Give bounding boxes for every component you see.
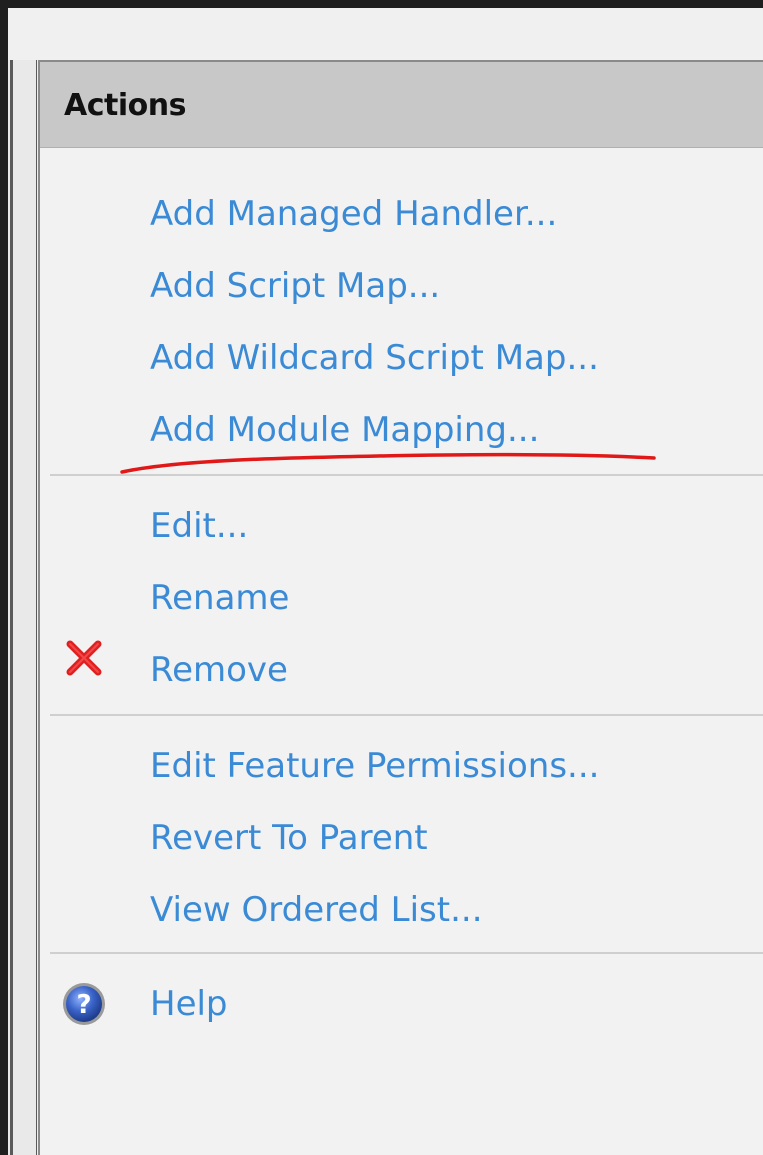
add-script-map-link[interactable]: Add Script Map... [150, 258, 440, 314]
separator [50, 714, 763, 716]
actions-panel: Actions Add Managed Handler... Add Scrip… [38, 60, 763, 1155]
add-managed-handler-link[interactable]: Add Managed Handler... [150, 186, 557, 242]
edit-feature-permissions-link[interactable]: Edit Feature Permissions... [150, 738, 599, 794]
x-icon [66, 640, 102, 676]
revert-to-parent-link[interactable]: Revert To Parent [150, 810, 428, 866]
edit-link[interactable]: Edit... [150, 498, 248, 554]
separator [50, 474, 763, 476]
actions-panel-title: Actions [64, 88, 186, 123]
help-icon: ? [63, 983, 105, 1025]
separator [50, 952, 763, 954]
left-pane-border [10, 60, 13, 1155]
rename-link[interactable]: Rename [150, 570, 289, 626]
iis-manager-window: Actions Add Managed Handler... Add Scrip… [8, 8, 763, 1155]
add-wildcard-script-map-link[interactable]: Add Wildcard Script Map... [150, 330, 599, 386]
remove-link[interactable]: Remove [150, 642, 288, 698]
actions-panel-header: Actions [40, 62, 763, 148]
window-top-strip [8, 8, 763, 60]
svg-text:?: ? [76, 990, 91, 1020]
view-ordered-list-link[interactable]: View Ordered List... [150, 882, 483, 938]
help-link[interactable]: Help [150, 976, 228, 1032]
